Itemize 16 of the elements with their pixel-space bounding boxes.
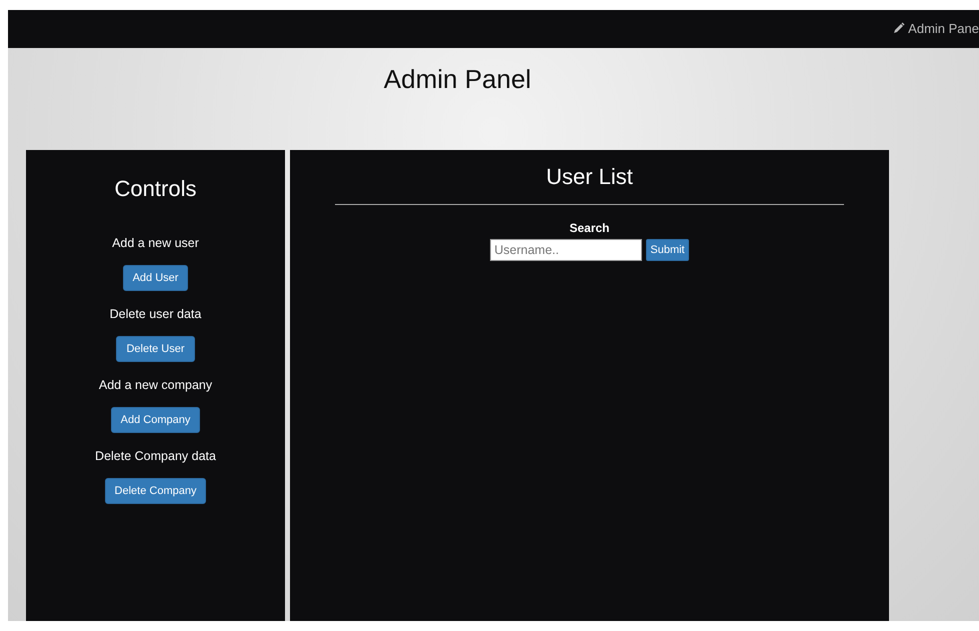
- action-label: Add a new company: [98, 378, 212, 392]
- controls-title: Controls: [114, 176, 196, 202]
- user-list-title: User List: [546, 164, 633, 190]
- action-button[interactable]: Delete Company: [104, 478, 206, 504]
- search-label: Search: [569, 221, 610, 235]
- page-title: Admin Panel: [382, 64, 532, 96]
- admin-panel-link[interactable]: Admin Pane: [893, 20, 979, 36]
- pencil-icon: [893, 22, 906, 34]
- action-label: Add a new user: [112, 236, 199, 250]
- action-button[interactable]: Add Company: [110, 407, 200, 433]
- action-label: Delete user data: [110, 307, 202, 321]
- action-button[interactable]: Add User: [122, 265, 188, 291]
- submit-button[interactable]: Submit: [646, 239, 689, 261]
- search-field[interactable]: Username..: [490, 239, 642, 261]
- action-label: Delete Company data: [95, 449, 216, 463]
- action-button[interactable]: Delete User: [116, 336, 195, 362]
